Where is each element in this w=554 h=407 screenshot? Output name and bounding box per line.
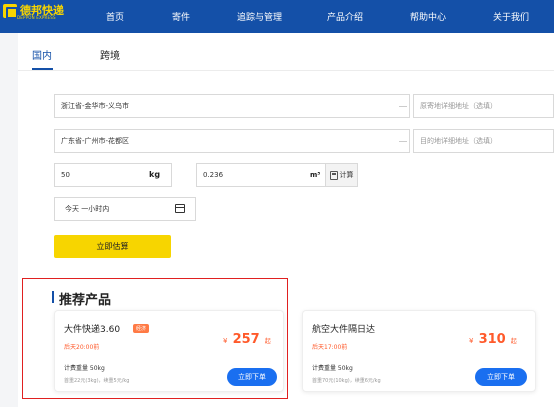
volume-input[interactable]: 0.236	[196, 163, 326, 187]
price-value: 310	[478, 332, 506, 347]
highlight-box	[22, 278, 288, 399]
billing-weight: 计费重量 50kg	[312, 365, 353, 372]
tab-cross-border[interactable]: 跨境	[100, 47, 120, 62]
volume-unit: m³	[310, 171, 321, 179]
calculate-volume-button[interactable]: 计算	[325, 163, 358, 187]
rate-detail: 首重70元(10kg)，续重6元/kg	[312, 378, 381, 384]
pickup-time-value: 今天 一小时内	[65, 205, 110, 213]
deppon-logo-icon	[3, 4, 18, 19]
delivery-deadline: 后天17:00前	[312, 344, 348, 351]
calculator-icon	[329, 170, 338, 180]
origin-dash	[399, 106, 407, 107]
order-now-button[interactable]: 立即下单	[475, 368, 527, 386]
nav-about[interactable]: 关于我们	[493, 10, 529, 23]
calculate-label: 计算	[339, 171, 354, 179]
nav-help[interactable]: 帮助中心	[410, 10, 446, 23]
destination-dash	[399, 141, 407, 142]
weight-unit: kg	[149, 170, 161, 179]
nav-products[interactable]: 产品介绍	[327, 10, 363, 23]
price-currency: ¥	[469, 337, 474, 345]
nav-tracking[interactable]: 追踪与管理	[237, 10, 282, 23]
estimate-button[interactable]: 立即估算	[54, 235, 171, 258]
main-panel: 国内 跨境 浙江省-金华市-义乌市 原寄地详细地址（选填） 广东省-广州市-花都…	[18, 33, 554, 407]
price-suffix: 起	[510, 338, 517, 345]
top-nav-bar: 德邦快递 DEPPON EXPRESS 首页 寄件 追踪与管理 产品介绍 帮助中…	[0, 0, 554, 33]
origin-region-select[interactable]: 浙江省-金华市-义乌市	[54, 94, 410, 118]
tab-divider	[18, 70, 554, 71]
logo-subtext: DEPPON EXPRESS	[17, 15, 56, 20]
product-card-2[interactable]: 航空大件隔日达 后天17:00前 ¥ 310 起 计费重量 50kg 首重70元…	[302, 310, 536, 392]
product-price: ¥ 310 起	[469, 328, 517, 347]
destination-detail-input[interactable]: 目的地详细地址（选填）	[413, 129, 554, 153]
tab-domestic[interactable]: 国内	[32, 47, 52, 62]
calendar-icon	[175, 204, 185, 213]
product-name: 航空大件隔日达	[312, 325, 376, 335]
nav-send[interactable]: 寄件	[172, 10, 190, 23]
destination-region-select[interactable]: 广东省-广州市-花都区	[54, 129, 410, 153]
origin-detail-input[interactable]: 原寄地详细地址（选填）	[413, 94, 554, 118]
nav-home[interactable]: 首页	[106, 10, 124, 23]
